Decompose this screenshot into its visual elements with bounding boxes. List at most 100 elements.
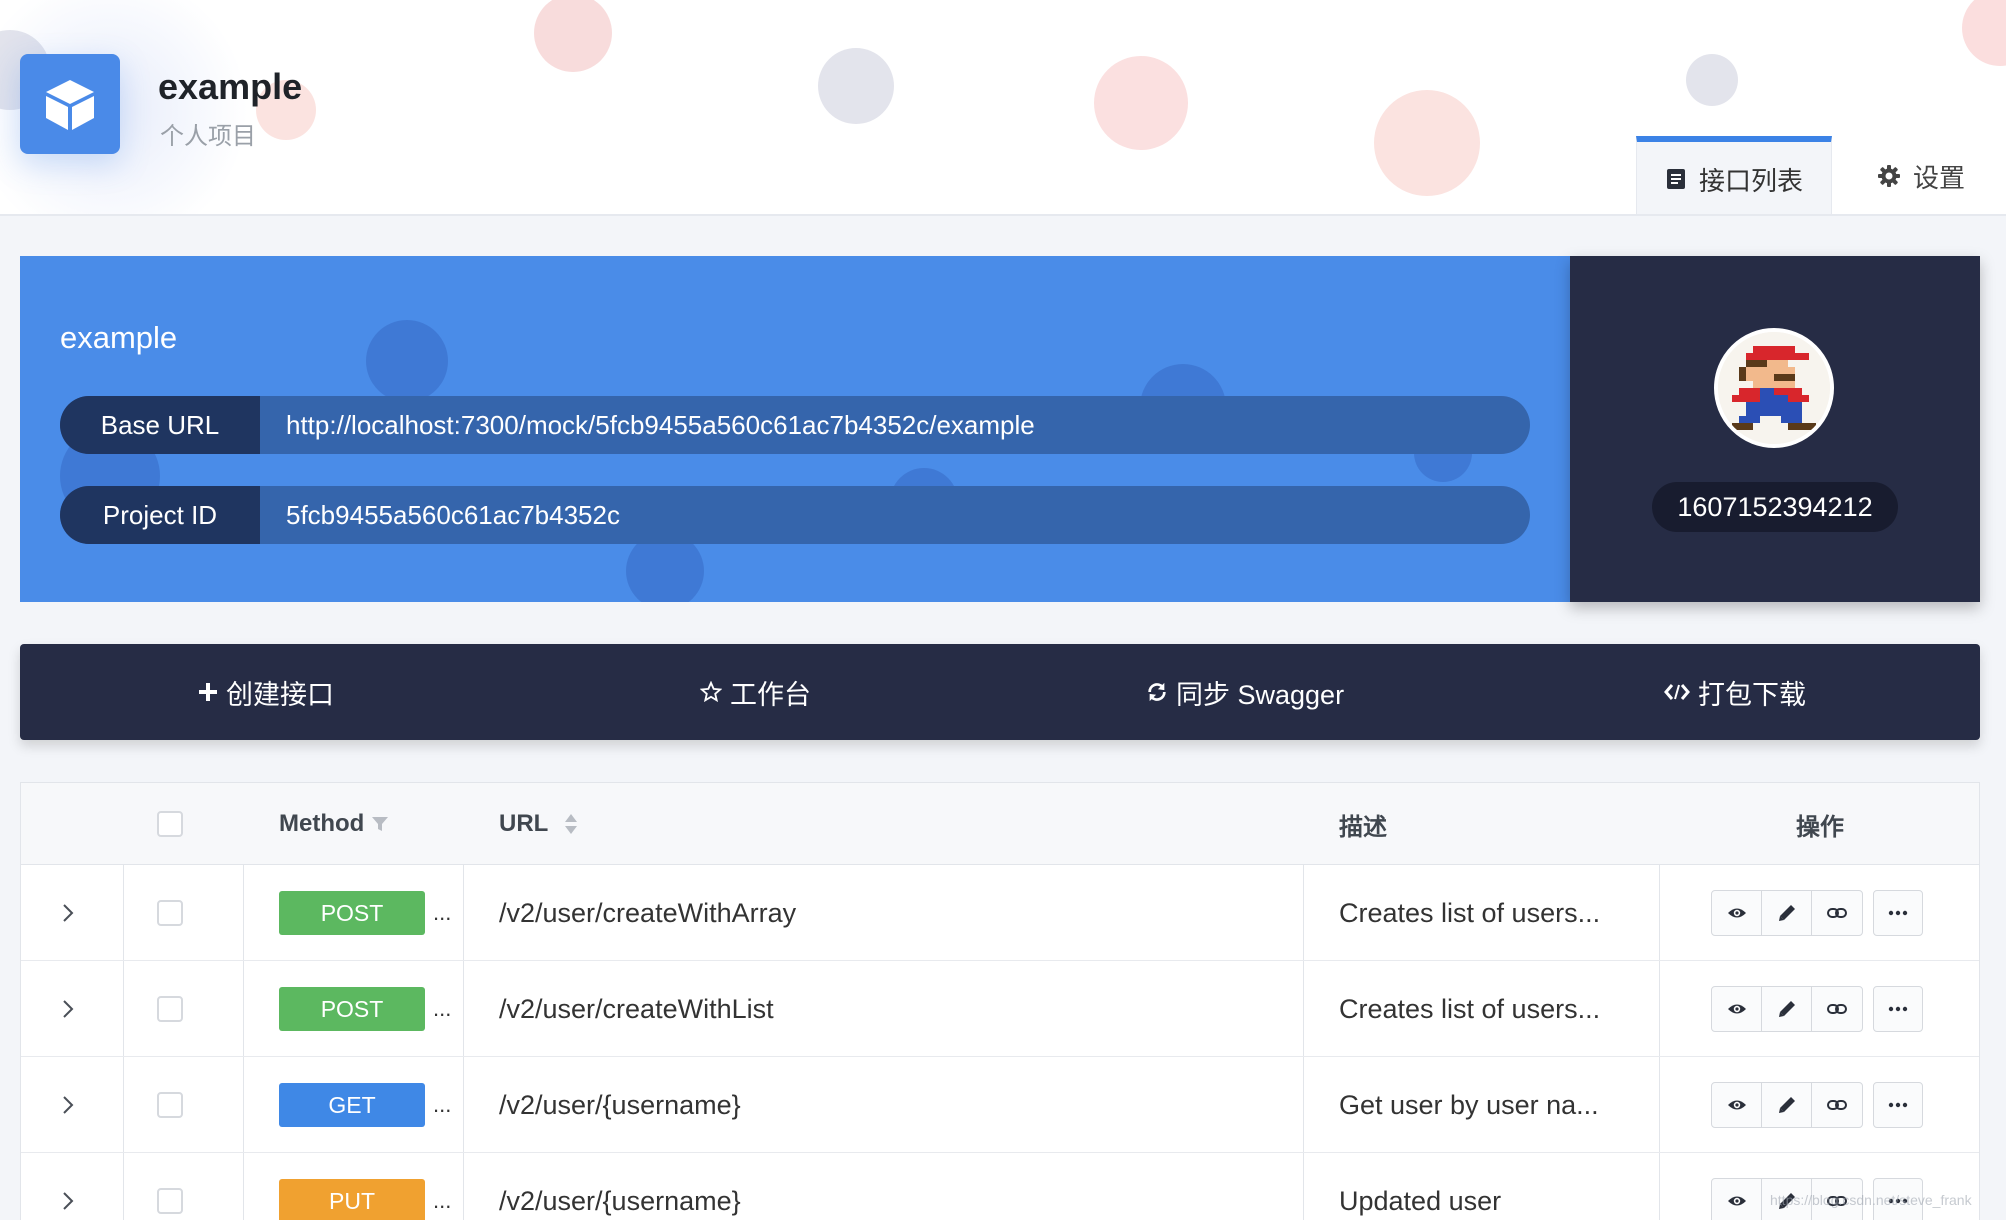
url-header[interactable]: URL xyxy=(499,783,580,865)
watermark: https://blog.csdn.net/steve_frank xyxy=(1770,1192,1972,1208)
ops-cell xyxy=(1711,1057,1923,1153)
ops-cell xyxy=(1711,1153,1923,1220)
method-ellipsis[interactable]: ... xyxy=(433,996,451,1022)
workbench-label: 工作台 xyxy=(730,679,811,710)
project-info-panel: example Base URL http://localhost:7300/m… xyxy=(20,256,1570,602)
decor-dot xyxy=(1962,0,2006,66)
copy-link-button[interactable] xyxy=(1812,1083,1862,1127)
url-cell[interactable]: /v2/user/createWithArray xyxy=(499,865,796,961)
create-interface-label: 创建接口 xyxy=(226,679,334,710)
pencil-icon xyxy=(1778,1097,1795,1113)
project-id-label: Project ID xyxy=(60,486,260,544)
copy-link-button[interactable] xyxy=(1812,987,1862,1031)
sync-swagger-button[interactable]: 同步 Swagger xyxy=(1146,644,1344,740)
project-header: example 个人项目 接口列表 设置 xyxy=(0,0,2006,216)
more-icon xyxy=(1888,1006,1908,1012)
desc-header: 描述 xyxy=(1339,813,1387,841)
user-id: 1607152394212 xyxy=(1652,482,1898,532)
select-all-checkbox[interactable] xyxy=(157,811,183,837)
copy-link-button[interactable] xyxy=(1812,891,1862,935)
desc-cell: Creates list of users... xyxy=(1339,897,1601,928)
pixel-plumber-avatar-icon xyxy=(1718,332,1830,444)
decor-dot xyxy=(818,48,894,124)
decor-dot xyxy=(1686,54,1738,106)
method-badge: PUT xyxy=(279,1179,425,1220)
method-ellipsis[interactable]: ... xyxy=(433,1092,451,1118)
view-button[interactable] xyxy=(1712,987,1762,1031)
eye-icon xyxy=(1727,1196,1746,1206)
table-row[interactable]: POST ... /v2/user/createWithList Creates… xyxy=(21,961,1979,1057)
decor-dot xyxy=(366,320,448,402)
url-cell[interactable]: /v2/user/createWithList xyxy=(499,961,774,1057)
view-button[interactable] xyxy=(1712,1179,1762,1220)
method-cell: GET ... xyxy=(279,1057,451,1153)
more-icon xyxy=(1888,910,1908,916)
view-button[interactable] xyxy=(1712,891,1762,935)
ops-cell xyxy=(1711,865,1923,961)
expand-row-icon[interactable] xyxy=(61,961,75,1057)
tab-settings-label: 设置 xyxy=(1912,162,1965,193)
method-ellipsis[interactable]: ... xyxy=(433,900,451,926)
info-title: example xyxy=(60,320,178,355)
tab-settings[interactable]: 设置 xyxy=(1846,136,1996,214)
row-checkbox[interactable] xyxy=(157,1153,183,1220)
method-cell: POST ... xyxy=(279,865,451,961)
method-ellipsis[interactable]: ... xyxy=(433,1188,451,1214)
row-checkbox[interactable] xyxy=(157,1057,183,1153)
ops-button-group xyxy=(1711,1082,1863,1128)
user-panel: 1607152394212 xyxy=(1570,256,1980,602)
project-name: example xyxy=(158,66,303,107)
tab-interface-list[interactable]: 接口列表 xyxy=(1636,136,1832,214)
method-badge: POST xyxy=(279,891,425,935)
star-icon xyxy=(700,681,722,703)
sort-icon[interactable] xyxy=(562,812,580,836)
expand-row-icon[interactable] xyxy=(61,865,75,961)
action-bar: 创建接口 工作台 同步 Swagger 打包下载 xyxy=(20,644,1980,740)
document-icon xyxy=(1666,169,1685,189)
row-checkbox[interactable] xyxy=(157,865,183,961)
method-cell: PUT ... xyxy=(279,1153,451,1220)
url-cell[interactable]: /v2/user/{username} xyxy=(499,1153,741,1220)
gear-icon xyxy=(1877,165,1900,187)
interface-table: Method URL 描述 操作 POST ... /v2/user/creat… xyxy=(20,782,1980,1220)
table-row[interactable]: GET ... /v2/user/{username} Get user by … xyxy=(21,1057,1979,1153)
eye-icon xyxy=(1727,1004,1746,1014)
decor-dot xyxy=(534,0,612,72)
method-header[interactable]: Method xyxy=(279,783,390,865)
project-id-pill[interactable]: Project ID 5fcb9455a560c61ac7b4352c xyxy=(60,486,1530,544)
pencil-icon xyxy=(1778,1001,1795,1017)
ops-button-group xyxy=(1711,986,1863,1032)
table-row[interactable]: POST ... /v2/user/createWithArray Create… xyxy=(21,865,1979,961)
link-icon xyxy=(1827,1100,1847,1110)
edit-button[interactable] xyxy=(1762,1083,1812,1127)
expand-row-icon[interactable] xyxy=(61,1057,75,1153)
more-icon xyxy=(1888,1102,1908,1108)
link-icon xyxy=(1827,1004,1847,1014)
url-cell[interactable]: /v2/user/{username} xyxy=(499,1057,741,1153)
ops-button-group xyxy=(1711,890,1863,936)
table-row[interactable]: PUT ... /v2/user/{username} Updated user xyxy=(21,1153,1979,1220)
filter-icon[interactable] xyxy=(370,814,390,834)
edit-button[interactable] xyxy=(1762,891,1812,935)
method-badge: POST xyxy=(279,987,425,1031)
project-id-value[interactable]: 5fcb9455a560c61ac7b4352c xyxy=(260,500,620,531)
workbench-button[interactable]: 工作台 xyxy=(700,644,811,740)
url-header-label: URL xyxy=(499,810,549,837)
avatar[interactable] xyxy=(1714,328,1834,448)
view-button[interactable] xyxy=(1712,1083,1762,1127)
expand-row-icon[interactable] xyxy=(61,1153,75,1220)
base-url-pill[interactable]: Base URL http://localhost:7300/mock/5fcb… xyxy=(60,396,1530,454)
more-button[interactable] xyxy=(1873,986,1923,1032)
method-badge: GET xyxy=(279,1083,425,1127)
base-url-value[interactable]: http://localhost:7300/mock/5fcb9455a560c… xyxy=(260,410,1035,441)
row-checkbox[interactable] xyxy=(157,961,183,1057)
ops-header: 操作 xyxy=(1796,813,1844,841)
more-button[interactable] xyxy=(1873,1082,1923,1128)
method-cell: POST ... xyxy=(279,961,451,1057)
base-url-label: Base URL xyxy=(60,396,260,454)
edit-button[interactable] xyxy=(1762,987,1812,1031)
create-interface-button[interactable]: 创建接口 xyxy=(198,644,334,740)
project-logo xyxy=(20,54,120,154)
more-button[interactable] xyxy=(1873,890,1923,936)
package-download-button[interactable]: 打包下载 xyxy=(1664,644,1806,740)
